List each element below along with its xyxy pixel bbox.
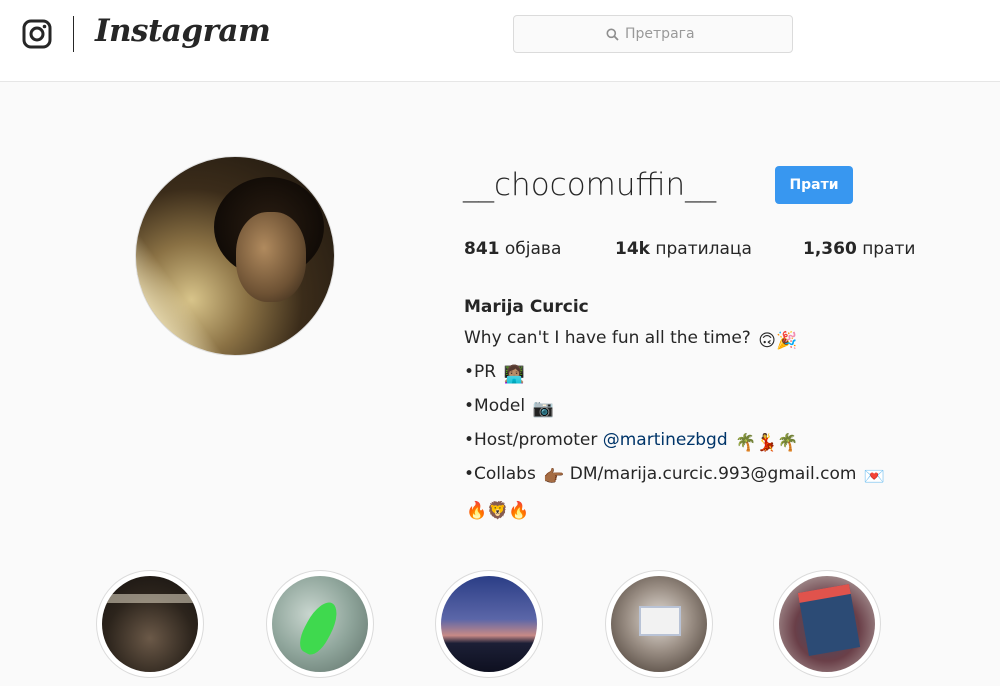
bio-text: •Host/promoter [464,430,598,450]
instagram-wordmark-logo[interactable]: Instagram [95,13,271,49]
follow-button[interactable]: Прати [775,166,853,204]
upside-down-face-emoji: 🙃🎉 [758,331,798,351]
story-highlight[interactable] [773,570,881,678]
followers-label: пратилаца [655,239,752,259]
fire-lion-emoji: 🔥🦁🔥 [466,501,530,521]
thumbnail-detail [797,583,861,657]
bio-line: 🔥🦁🔥 [464,493,885,527]
brand-divider [73,16,74,52]
following-label: прати [862,239,916,259]
mention-link[interactable]: @martinezbgd [603,430,728,450]
highlight-thumbnail [102,576,198,672]
bio-text: •Collabs [464,464,536,484]
thumbnail-detail [639,606,681,636]
story-highlight[interactable] [605,570,713,678]
bio-text: Why can't I have fun all the time? [464,328,751,348]
avatar-photo-detail [236,212,306,302]
story-highlight[interactable] [266,570,374,678]
bio-text: •PR [464,362,497,382]
instagram-camera-icon[interactable] [22,19,52,49]
profile-avatar[interactable] [135,156,335,356]
story-highlight[interactable] [96,570,204,678]
bio-line: •Collabs 👉🏾 DM/marija.curcic.993@gmail.c… [464,459,885,493]
posts-count: 841 [464,239,500,259]
profile-bio: Marija Curcic Why can't I have fun all t… [464,292,885,527]
bio-text: •Model [464,396,526,416]
pointing-right-emoji: 👉🏾 [543,467,565,487]
thumbnail-detail [294,597,344,659]
technologist-emoji: 👩🏽‍💻 [503,365,525,385]
following-stat-link[interactable]: 1,360 прати [803,239,915,259]
posts-count-stat: 841 објава [464,239,561,259]
profile-username: __chocomuffin__ [463,167,717,203]
bio-line: •Model 📷 [464,391,885,425]
story-highlight[interactable] [435,570,543,678]
top-navigation-bar: Instagram [0,0,1000,82]
thumbnail-detail [102,594,198,603]
bio-line: Why can't I have fun all the time? 🙃🎉 [464,323,885,357]
highlight-thumbnail [272,576,368,672]
followers-count: 14k [615,239,650,259]
camera-emoji: 📷 [532,399,554,419]
highlight-thumbnail [441,576,537,672]
posts-label: објава [504,239,562,259]
followers-stat-link[interactable]: 14k пратилаца [615,239,752,259]
search-input[interactable] [625,26,700,42]
palm-dancer-emoji: 🌴💃🌴 [735,433,799,453]
bio-line: •PR 👩🏽‍💻 [464,357,885,391]
search-box[interactable] [513,15,793,53]
bio-full-name: Marija Curcic [464,297,589,317]
highlight-thumbnail [779,576,875,672]
bio-email-text: DM/marija.curcic.993@gmail.com [569,464,857,484]
search-icon [606,28,619,41]
bio-line: •Host/promoter @martinezbgd 🌴💃🌴 [464,425,885,459]
following-count: 1,360 [803,239,857,259]
highlight-thumbnail [611,576,707,672]
love-letter-emoji: 💌 [863,467,886,487]
